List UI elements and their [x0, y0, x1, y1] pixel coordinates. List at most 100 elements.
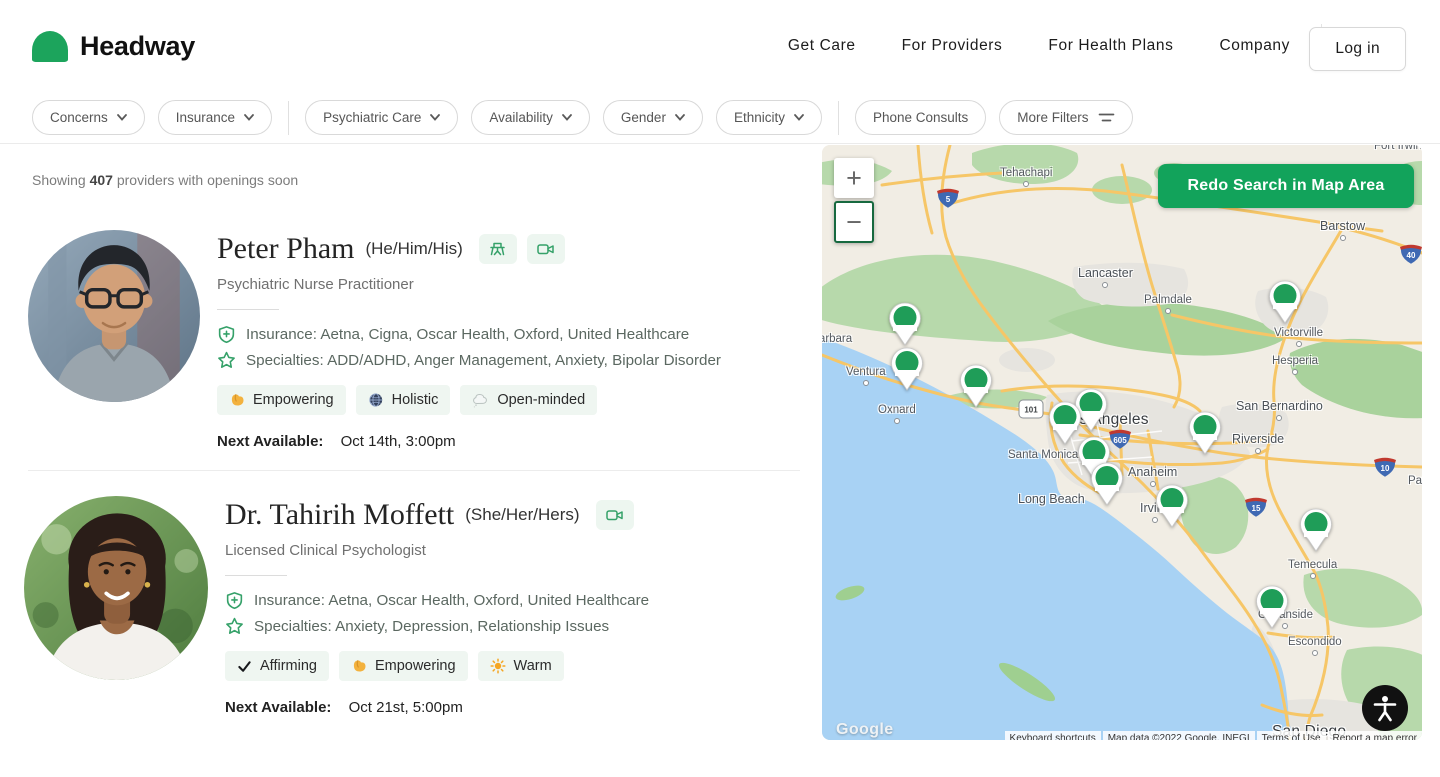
nav-for-health-plans[interactable]: For Health Plans: [1048, 37, 1173, 55]
map-label-temecula: Temecula: [1288, 559, 1337, 579]
map-label-fort-irwin: Fort Irwin: [1374, 145, 1422, 152]
provider-info: Peter Pham (He/Him/His) Psychiatric Nurs…: [217, 230, 721, 450]
interstate-40-shield-icon: 40: [1398, 243, 1422, 270]
map-label-barstow: Barstow: [1320, 219, 1365, 241]
chevron-down-icon: [794, 114, 804, 121]
map-label-palm-springs: Palm Springs: [1408, 475, 1422, 487]
city-dot: [1276, 415, 1282, 421]
provider-name: Dr. Tahirih Moffett: [225, 498, 454, 532]
map-attribution-map-data-2022-google-inegi[interactable]: Map data ©2022 Google, INEGI: [1103, 731, 1255, 740]
provider-avatar[interactable]: [28, 230, 200, 402]
map-attribution-keyboard-shortcuts[interactable]: Keyboard shortcuts: [1005, 731, 1101, 740]
zoom-out-button[interactable]: −: [834, 201, 874, 243]
map-provider-pin[interactable]: [1255, 585, 1289, 634]
nav-for-providers[interactable]: For Providers: [902, 37, 1003, 55]
provider-card-tahirih-moffett[interactable]: Dr. Tahirih Moffett (She/Her/Hers) Licen…: [24, 496, 800, 716]
star-icon: [225, 617, 244, 636]
map-label-hesperia: Hesperia: [1272, 355, 1318, 375]
nav-get-care[interactable]: Get Care: [788, 37, 856, 55]
filter-label: Concerns: [50, 110, 108, 125]
filter-phone-consults[interactable]: Phone Consults: [855, 100, 986, 135]
title-divider: [225, 575, 287, 576]
badge-label: Empowering: [253, 392, 334, 408]
map-zoom-controls: + −: [834, 158, 874, 243]
badge-label: Affirming: [260, 658, 317, 674]
chevron-down-icon: [117, 114, 127, 121]
specialties-row: Specialties: Anxiety, Depression, Relati…: [225, 617, 649, 636]
city-dot: [1312, 650, 1318, 656]
svg-text:15: 15: [1252, 504, 1261, 513]
sun-icon: [490, 658, 506, 674]
next-available-value: Oct 14th, 3:00pm: [341, 433, 456, 450]
city-dot: [1296, 341, 1302, 347]
map-provider-pin[interactable]: [1268, 280, 1302, 329]
checkmark-icon: [237, 659, 252, 674]
filter-label: Phone Consults: [873, 110, 968, 125]
filter-ethnicity[interactable]: Ethnicity: [716, 100, 822, 135]
map-provider-pin[interactable]: [890, 347, 924, 396]
map-attribution-bar: Keyboard shortcutsMap data ©2022 Google,…: [1005, 731, 1422, 740]
video-session-icon: [535, 239, 556, 259]
map-provider-pin[interactable]: [1155, 484, 1189, 533]
zoom-in-button[interactable]: +: [834, 158, 874, 198]
nav-company[interactable]: Company: [1219, 37, 1290, 55]
svg-text:5: 5: [946, 195, 951, 204]
chevron-down-icon: [675, 114, 685, 121]
filter-label: Availability: [489, 110, 553, 125]
map-label-tehachapi: Tehachapi: [1000, 167, 1052, 187]
flexed-biceps-icon: [229, 392, 245, 408]
filter-gender[interactable]: Gender: [603, 100, 703, 135]
map-attribution-report-a-map-error[interactable]: Report a map error: [1328, 731, 1422, 740]
headway-provider-search-page: Headway Get Care For Providers For Health …: [0, 0, 1440, 777]
filter-insurance[interactable]: Insurance: [158, 100, 272, 135]
chevron-down-icon: [430, 114, 440, 121]
filter-availability[interactable]: Availability: [471, 100, 590, 135]
map-label-ventura: Ventura: [846, 366, 886, 386]
insurance-row: Insurance: Aetna, Oscar Health, Oxford, …: [225, 591, 649, 610]
accessibility-button[interactable]: [1362, 685, 1408, 731]
chevron-down-icon: [244, 114, 254, 121]
redo-search-button[interactable]: Redo Search in Map Area: [1158, 164, 1414, 208]
map-canvas[interactable]: Fort IrwinTehachapiBarstowLancasterPalmd…: [822, 145, 1422, 740]
provider-avatar[interactable]: [24, 496, 208, 680]
map-provider-pin[interactable]: [888, 302, 922, 351]
results-panel: Showing 407 providers with openings soon: [0, 144, 822, 777]
interstate-15-shield-icon: 15: [1243, 496, 1269, 523]
map-label-santa-monica: Santa Monica: [1008, 449, 1078, 461]
map-provider-pin[interactable]: [959, 364, 993, 413]
city-dot: [863, 380, 869, 386]
insurance-text: Insurance: Aetna, Oscar Health, Oxford, …: [254, 592, 649, 609]
provider-card-peter-pham[interactable]: Peter Pham (He/Him/His) Psychiatric Nurs…: [28, 230, 800, 450]
map-label-victorville: Victorville: [1274, 327, 1323, 347]
badge-holistic: Holistic: [356, 385, 451, 415]
in-person-session-icon: [487, 239, 508, 259]
map-attribution-terms-of-use[interactable]: Terms of Use: [1257, 731, 1326, 740]
accessibility-person-icon: [1372, 694, 1398, 722]
map-provider-pin[interactable]: [1090, 462, 1124, 511]
filter-label: Insurance: [176, 110, 235, 125]
session-type-icons: [596, 500, 634, 530]
top-navigation-bar: Headway Get Care For Providers For Health …: [0, 0, 1440, 93]
map-label-palmdale: Palmdale: [1144, 294, 1192, 314]
filter-concerns[interactable]: Concerns: [32, 100, 145, 135]
headway-logo[interactable]: Headway: [32, 31, 195, 62]
badge-affirming: Affirming: [225, 651, 329, 681]
provider-pronouns: (He/Him/His): [365, 239, 462, 259]
results-count-number: 407: [90, 172, 113, 188]
next-available-label: Next Available:: [217, 433, 323, 450]
filter-psychiatric-care[interactable]: Psychiatric Care: [305, 100, 458, 135]
badge-label: Holistic: [392, 392, 439, 408]
map-provider-pin[interactable]: [1188, 411, 1222, 460]
filter-label: Gender: [621, 110, 666, 125]
thought-bubble-icon: [472, 392, 489, 408]
filter-more-filters[interactable]: More Filters: [999, 100, 1132, 135]
badge-empowering: Empowering: [339, 651, 468, 681]
provider-pronouns: (She/Her/Hers): [465, 505, 579, 525]
google-logo[interactable]: Google: [836, 721, 894, 739]
shield-plus-icon: [225, 591, 244, 610]
specialties-row: Specialties: ADD/ADHD, Anger Management,…: [217, 351, 721, 370]
map-provider-pin[interactable]: [1299, 508, 1333, 557]
provider-title: Psychiatric Nurse Practitioner: [217, 276, 721, 293]
login-button[interactable]: Log in: [1309, 27, 1406, 71]
svg-text:101: 101: [1024, 406, 1038, 415]
